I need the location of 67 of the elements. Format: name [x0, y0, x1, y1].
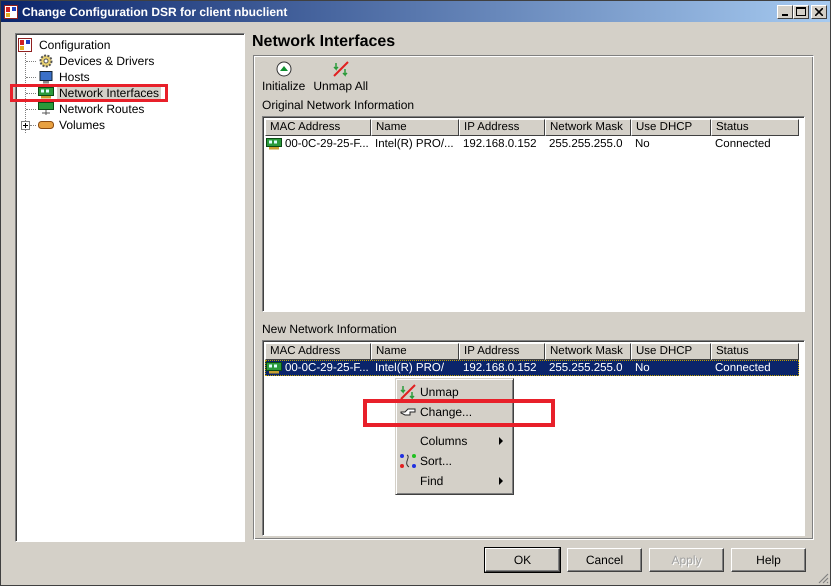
- table-cell-text: No: [634, 137, 651, 151]
- table-cell-text: Connected: [714, 361, 772, 375]
- column-header[interactable]: Network Mask: [545, 119, 631, 136]
- volume-icon: [38, 120, 54, 130]
- table-cell-text: 255.255.255.0: [548, 361, 624, 375]
- column-header[interactable]: Status: [711, 119, 799, 136]
- tree-item[interactable]: Hosts: [57, 70, 92, 84]
- column-header[interactable]: Status: [711, 343, 799, 360]
- column-header[interactable]: Name: [371, 119, 459, 136]
- tree-item[interactable]: Devices & Drivers: [57, 54, 156, 68]
- table-cell-text: Intel(R) PRO/: [374, 361, 446, 375]
- dialog-button[interactable]: Help: [731, 548, 806, 572]
- tree-item[interactable]: Volumes: [57, 118, 108, 132]
- sort-icon: [400, 453, 416, 469]
- table-cell-text: Intel(R) PRO/...: [374, 137, 455, 151]
- gear-icon: [39, 54, 53, 68]
- table-cell-text: 00-0C-29-25-F...: [284, 361, 370, 375]
- table-cell-text: 192.168.0.152: [462, 361, 538, 375]
- column-header[interactable]: Network Mask: [545, 343, 631, 360]
- section-label: New Network Information: [262, 322, 398, 336]
- table-cell-text: Connected: [714, 137, 772, 151]
- tree-item[interactable]: Network Routes: [57, 102, 146, 116]
- menu-item[interactable]: Find: [420, 474, 444, 488]
- column-header[interactable]: MAC Address: [265, 343, 371, 360]
- menu-item[interactable]: Sort...: [420, 454, 452, 468]
- pointing-hand-icon: [400, 407, 416, 417]
- table-row[interactable]: 00-0C-29-25-F... Intel(R) PRO/... 192.168.0.152 255.255.255.0 No Connected: [265, 136, 799, 152]
- monitor-icon: [39, 70, 53, 84]
- minimize-button[interactable]: [777, 4, 793, 18]
- table-cell-text: 00-0C-29-25-F...: [284, 137, 370, 151]
- tree-root-item[interactable]: Configuration: [37, 38, 112, 52]
- toolbar-button[interactable]: Initialize: [262, 60, 306, 96]
- toolbar-button[interactable]: Unmap All: [313, 60, 368, 96]
- configuration-icon: [4, 4, 18, 18]
- configuration-icon: [18, 38, 32, 52]
- menu-item[interactable]: Columns: [420, 434, 468, 448]
- page-title: Network Interfaces: [251, 33, 396, 52]
- column-header[interactable]: Use DHCP: [631, 343, 711, 360]
- column-header[interactable]: Name: [371, 343, 459, 360]
- network-card-icon: [38, 87, 54, 99]
- unmap-icon: [332, 61, 349, 77]
- network-card-icon: [266, 138, 282, 150]
- dialog-button[interactable]: Cancel: [567, 548, 642, 572]
- up-arrow-circle-icon: [276, 61, 292, 77]
- section-label: Original Network Information: [262, 98, 416, 112]
- maximize-icon: [796, 7, 806, 16]
- table-row[interactable]: 00-0C-29-25-F... Intel(R) PRO/ 192.168.0.152 255.255.255.0 No Connected: [265, 360, 799, 376]
- close-icon: [815, 8, 823, 16]
- menu-item[interactable]: Change...: [420, 405, 472, 419]
- menu-item[interactable]: Unmap: [420, 385, 459, 399]
- column-header[interactable]: IP Address: [459, 343, 545, 360]
- resize-grip-icon[interactable]: [818, 573, 829, 584]
- table-cell-text: No: [634, 361, 651, 375]
- window-title: Change Configuration DSR for client nbuclient: [22, 4, 288, 18]
- column-header[interactable]: IP Address: [459, 119, 545, 136]
- network-card-icon: [38, 102, 54, 116]
- table-cell-text: 255.255.255.0: [548, 137, 624, 151]
- minimize-icon: [782, 14, 788, 16]
- network-card-icon: [266, 362, 282, 374]
- expand-icon[interactable]: [21, 120, 30, 130]
- column-header[interactable]: Use DHCP: [631, 119, 711, 136]
- maximize-button[interactable]: [793, 4, 809, 18]
- unmap-icon: [400, 384, 416, 400]
- column-header[interactable]: MAC Address: [265, 119, 371, 136]
- table-cell-text: 192.168.0.152: [462, 137, 538, 151]
- close-button[interactable]: [811, 4, 827, 18]
- dialog-button[interactable]: OK: [485, 548, 560, 572]
